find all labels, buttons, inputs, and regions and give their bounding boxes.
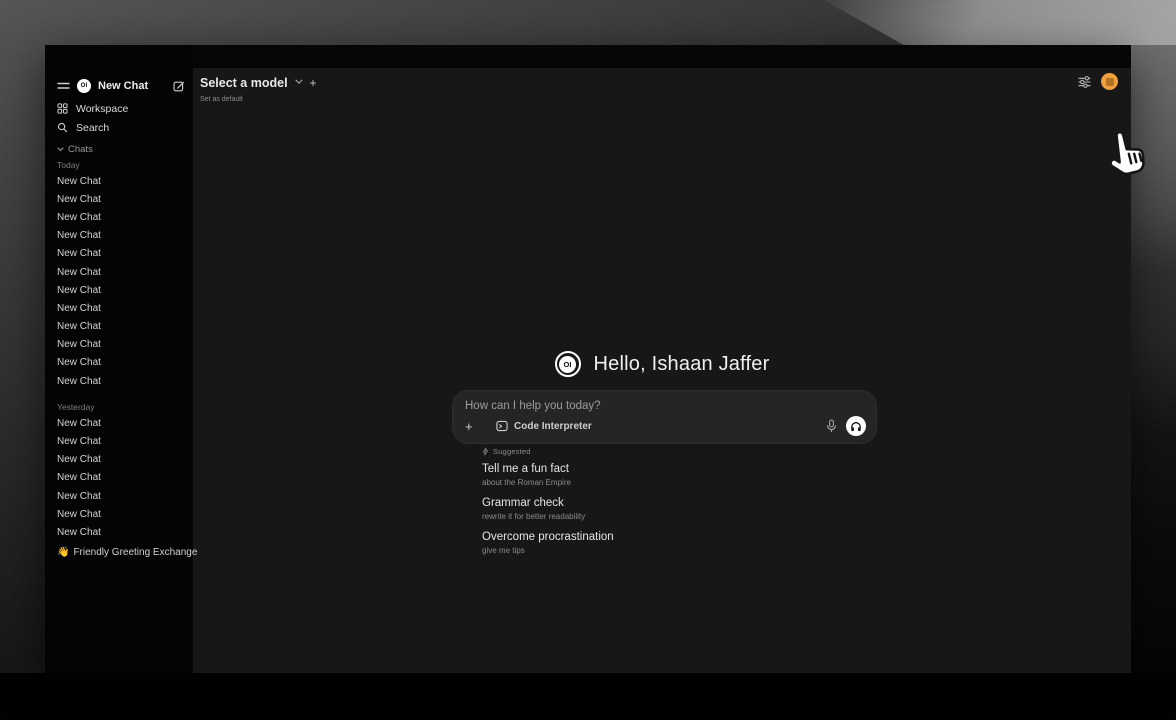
add-model-button[interactable]: + <box>310 76 317 90</box>
sidebar-item-search[interactable]: Search <box>57 119 185 136</box>
user-avatar[interactable] <box>1101 73 1118 90</box>
chat-item[interactable]: New Chat <box>57 523 185 541</box>
chat-item-label: Friendly Greeting Exchange <box>73 547 197 558</box>
app-window: OI New Chat Workspace Search <box>45 45 1131 673</box>
chat-item[interactable]: New Chat <box>57 227 185 245</box>
header-actions <box>1077 73 1118 90</box>
chevron-down-icon[interactable] <box>295 79 303 85</box>
set-as-default-link[interactable]: Set as default <box>200 96 243 103</box>
suggested-header: Suggested <box>482 446 614 456</box>
greeting-text: Hello, Ishaan Jaffer <box>594 353 770 376</box>
chat-item-friendly-greeting[interactable]: 👋 Friendly Greeting Exchange <box>57 544 185 562</box>
message-input[interactable]: How can I help you today? <box>465 400 864 412</box>
headphones-icon <box>850 421 862 432</box>
chat-item[interactable]: New Chat <box>57 451 185 469</box>
app-logo-icon: OI <box>555 351 581 377</box>
bolt-icon <box>482 447 489 456</box>
window-top-strip <box>45 45 1131 68</box>
search-icon <box>57 122 68 133</box>
attach-button[interactable]: + <box>465 419 481 434</box>
sidebar-item-workspace[interactable]: Workspace <box>57 100 185 117</box>
sidebar: OI New Chat Workspace Search <box>45 45 193 673</box>
chat-item[interactable]: New Chat <box>57 487 185 505</box>
chat-item[interactable]: New Chat <box>57 263 185 281</box>
chat-item[interactable]: New Chat <box>57 469 185 487</box>
suggested-list: Tell me a fun fact about the Roman Empire… <box>482 463 614 555</box>
suggested-label: Suggested <box>493 447 531 456</box>
chat-item[interactable]: New Chat <box>57 336 185 354</box>
chats-section-toggle[interactable]: Chats <box>57 143 185 156</box>
suggested-prompt-subtitle: rewrite it for better readability <box>482 512 614 521</box>
suggested-prompts: Suggested Tell me a fun fact about the Ro… <box>482 446 614 565</box>
desktop: OI New Chat Workspace Search <box>0 0 1176 720</box>
chat-item[interactable]: New Chat <box>57 354 185 372</box>
grid-icon <box>57 103 68 114</box>
composer-toolbar: + Code Interpreter <box>465 416 866 436</box>
workspace-label: Workspace <box>76 103 128 115</box>
chat-item[interactable]: New Chat <box>57 505 185 523</box>
suggested-prompt[interactable]: Grammar check rewrite it for better reada… <box>482 497 614 521</box>
suggested-prompt-title: Grammar check <box>482 497 614 510</box>
chat-item[interactable]: New Chat <box>57 432 185 450</box>
voice-call-button[interactable] <box>846 416 866 436</box>
microphone-icon[interactable] <box>826 419 837 433</box>
suggested-prompt-subtitle: give me tips <box>482 546 614 555</box>
greeting-hero: OI Hello, Ishaan Jaffer <box>193 351 1131 377</box>
model-selector[interactable]: Select a model <box>200 76 288 90</box>
chat-item[interactable]: New Chat <box>57 172 185 190</box>
search-label: Search <box>76 122 109 134</box>
code-interpreter-label: Code Interpreter <box>514 421 592 432</box>
model-selector-bar: Select a model + <box>200 76 317 90</box>
chat-item[interactable]: New Chat <box>57 190 185 208</box>
sidebar-toggle-icon[interactable] <box>57 81 70 91</box>
terminal-icon <box>496 420 508 432</box>
code-interpreter-toggle[interactable]: Code Interpreter <box>496 420 592 432</box>
app-logo-icon: OI <box>77 79 91 93</box>
chat-item[interactable]: New Chat <box>57 208 185 226</box>
chevron-down-icon <box>57 147 64 152</box>
new-chat-title[interactable]: New Chat <box>98 80 166 92</box>
suggested-prompt-subtitle: about the Roman Empire <box>482 478 614 487</box>
chat-section-list: TodayNew ChatNew ChatNew ChatNew ChatNew… <box>57 158 185 542</box>
suggested-prompt-title: Overcome procrastination <box>482 531 614 544</box>
chat-item[interactable]: New Chat <box>57 245 185 263</box>
suggested-prompt-title: Tell me a fun fact <box>482 463 614 476</box>
chats-header-label: Chats <box>68 144 93 155</box>
wave-emoji-icon: 👋 <box>57 547 69 558</box>
chat-section-label: Yesterday <box>57 400 185 414</box>
chat-item[interactable]: New Chat <box>57 299 185 317</box>
wallpaper-bottom-edge <box>0 673 1176 720</box>
chat-item[interactable]: New Chat <box>57 414 185 432</box>
compose-icon[interactable] <box>173 80 185 92</box>
chat-item[interactable]: New Chat <box>57 281 185 299</box>
suggested-prompt[interactable]: Overcome procrastination give me tips <box>482 531 614 555</box>
controls-sliders-icon[interactable] <box>1077 75 1092 89</box>
chat-section-label: Today <box>57 158 185 172</box>
main-area: Select a model + Set as default <box>193 68 1131 673</box>
wallpaper-right-edge <box>1131 45 1176 673</box>
chat-item[interactable]: New Chat <box>57 372 185 390</box>
suggested-prompt[interactable]: Tell me a fun fact about the Roman Empire <box>482 463 614 487</box>
message-composer[interactable]: How can I help you today? + Code Interpr… <box>452 390 877 444</box>
chat-item[interactable]: New Chat <box>57 318 185 336</box>
sidebar-header: OI New Chat <box>57 78 185 94</box>
